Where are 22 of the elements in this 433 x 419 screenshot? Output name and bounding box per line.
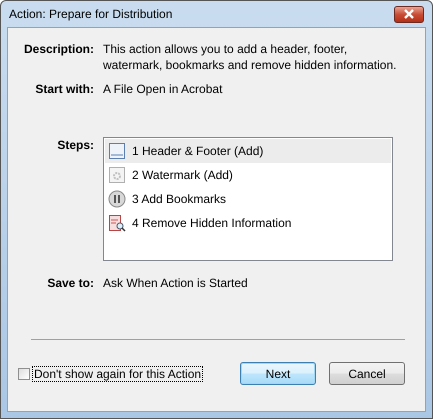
field-value: This action allows you to add a header, footer, watermark, bookmarks and remove hidden information. xyxy=(103,41,398,73)
document-magnifier-icon xyxy=(108,214,126,232)
step-item[interactable]: 1 Header & Footer (Add) xyxy=(105,139,391,163)
step-item[interactable]: 2 Watermark (Add) xyxy=(105,163,391,187)
field-value: Ask When Action is Started xyxy=(103,275,249,291)
checkbox[interactable] xyxy=(18,368,30,380)
dialog-button[interactable]: Cancel xyxy=(329,362,405,385)
field-label: Steps: xyxy=(56,137,94,154)
field-value: A File Open in Acrobat xyxy=(103,81,224,97)
window-title: Action: Prepare for Distribution xyxy=(9,7,172,21)
pause-icon xyxy=(108,190,126,208)
step-item[interactable]: 3 Add Bookmarks xyxy=(105,187,391,211)
gear-icon xyxy=(108,166,126,184)
step-item[interactable]: 4 Remove Hidden Information xyxy=(105,211,391,235)
close-icon xyxy=(403,9,415,19)
close-button[interactable] xyxy=(394,6,424,22)
field-label: Description: xyxy=(22,41,94,58)
page-icon xyxy=(108,142,126,160)
checkbox-label[interactable]: Don't show again for this Action xyxy=(32,366,204,382)
field-label: Start with: xyxy=(34,81,94,97)
dialog-button[interactable]: Next xyxy=(240,362,316,385)
field-label: Save to: xyxy=(46,275,94,291)
